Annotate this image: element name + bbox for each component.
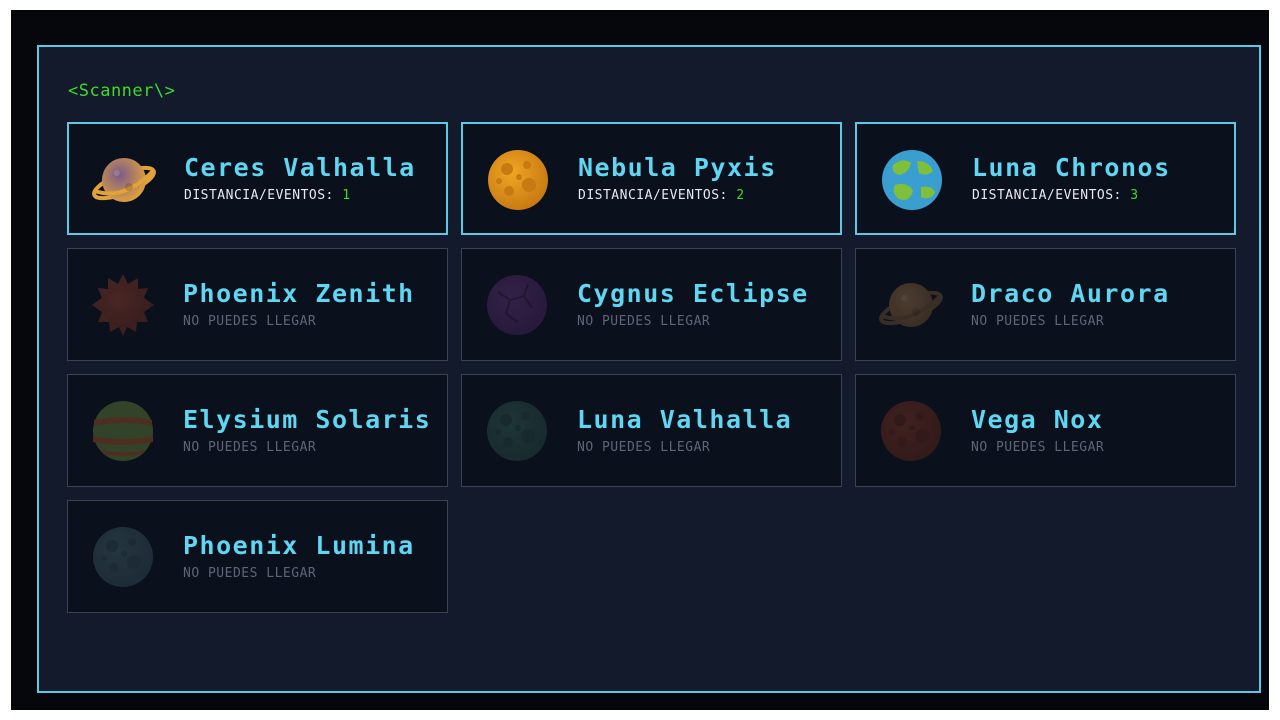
planet-info: Nebula Pyxis DISTANCIA/EVENTOS: 2 [578, 124, 832, 233]
planet-card[interactable]: Nebula Pyxis DISTANCIA/EVENTOS: 2 [461, 122, 842, 235]
planet-info: Draco Aurora NO PUEDES LLEGAR [971, 249, 1227, 360]
cratered-planet-icon [881, 401, 941, 461]
planet-name: Elysium Solaris [183, 405, 432, 434]
spiky-planet-icon [92, 274, 154, 336]
planet-name: Phoenix Lumina [183, 531, 415, 560]
ringed-planet-icon [879, 283, 943, 327]
earthlike-planet-icon [882, 150, 942, 210]
planet-card[interactable]: Vega Nox NO PUEDES LLEGAR [855, 374, 1236, 487]
scanner-panel: <Scanner\> Ceres Valhalla DISTANCIA/EVEN… [37, 45, 1261, 693]
cracked-planet-icon [487, 275, 547, 335]
planet-info: Ceres Valhalla DISTANCIA/EVENTOS: 1 [184, 124, 438, 233]
planet-name: Draco Aurora [971, 279, 1170, 308]
distance-label: DISTANCIA/EVENTOS: [972, 188, 1122, 203]
planet-info: Phoenix Lumina NO PUEDES LLEGAR [183, 501, 439, 612]
planet-name: Vega Nox [971, 405, 1104, 434]
planet-name: Cygnus Eclipse [577, 279, 809, 308]
planet-card[interactable]: Elysium Solaris NO PUEDES LLEGAR [67, 374, 448, 487]
game-window: <Scanner\> Ceres Valhalla DISTANCIA/EVEN… [11, 10, 1269, 710]
planet-info: Luna Valhalla NO PUEDES LLEGAR [577, 375, 833, 486]
planet-card[interactable]: Cygnus Eclipse NO PUEDES LLEGAR [461, 248, 842, 361]
planet-name: Nebula Pyxis [578, 153, 777, 182]
distance-label: DISTANCIA/EVENTOS: [184, 188, 334, 203]
planet-card[interactable]: Phoenix Zenith NO PUEDES LLEGAR [67, 248, 448, 361]
unreachable-label: NO PUEDES LLEGAR [577, 440, 711, 455]
ringed-planet-icon [92, 158, 156, 202]
cratered-planet-icon [488, 150, 548, 210]
planet-card[interactable]: Luna Valhalla NO PUEDES LLEGAR [461, 374, 842, 487]
planet-card[interactable]: Ceres Valhalla DISTANCIA/EVENTOS: 1 [67, 122, 448, 235]
unreachable-label: NO PUEDES LLEGAR [577, 314, 711, 329]
planet-distance: DISTANCIA/EVENTOS: 2 [578, 188, 832, 203]
planet-name: Luna Valhalla [577, 405, 793, 434]
distance-label: DISTANCIA/EVENTOS: [578, 188, 728, 203]
planet-info: Cygnus Eclipse NO PUEDES LLEGAR [577, 249, 833, 360]
gas-planet-icon [93, 401, 153, 461]
planet-card[interactable]: Luna Chronos DISTANCIA/EVENTOS: 3 [855, 122, 1236, 235]
cratered-planet-icon [487, 401, 547, 461]
planet-info: Elysium Solaris NO PUEDES LLEGAR [183, 375, 439, 486]
planet-info: Vega Nox NO PUEDES LLEGAR [971, 375, 1227, 486]
scanner-title: <Scanner\> [68, 81, 176, 101]
planet-info: Luna Chronos DISTANCIA/EVENTOS: 3 [972, 124, 1226, 233]
planet-name: Luna Chronos [972, 153, 1171, 182]
planet-info: Phoenix Zenith NO PUEDES LLEGAR [183, 249, 439, 360]
planet-distance: DISTANCIA/EVENTOS: 3 [972, 188, 1226, 203]
distance-value: 1 [342, 188, 351, 203]
planet-card[interactable]: Draco Aurora NO PUEDES LLEGAR [855, 248, 1236, 361]
unreachable-label: NO PUEDES LLEGAR [971, 314, 1105, 329]
cratered-planet-icon [93, 527, 153, 587]
unreachable-label: NO PUEDES LLEGAR [971, 440, 1105, 455]
distance-value: 2 [736, 188, 745, 203]
planet-name: Phoenix Zenith [183, 279, 415, 308]
unreachable-label: NO PUEDES LLEGAR [183, 440, 317, 455]
planet-card[interactable]: Phoenix Lumina NO PUEDES LLEGAR [67, 500, 448, 613]
distance-value: 3 [1130, 188, 1139, 203]
unreachable-label: NO PUEDES LLEGAR [183, 566, 317, 581]
unreachable-label: NO PUEDES LLEGAR [183, 314, 317, 329]
planet-grid: Ceres Valhalla DISTANCIA/EVENTOS: 1 Nebu… [67, 122, 1236, 613]
planet-name: Ceres Valhalla [184, 153, 416, 182]
planet-distance: DISTANCIA/EVENTOS: 1 [184, 188, 438, 203]
